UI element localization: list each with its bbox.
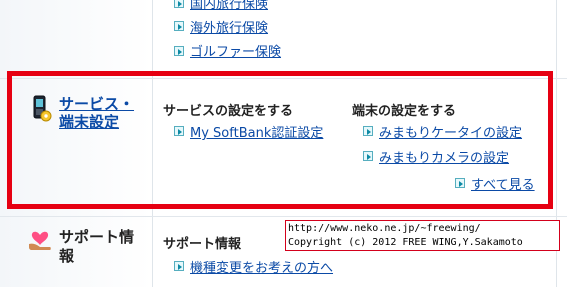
copyright-overlay: http://www.neko.ne.jp/~freewing/ Copyrig…: [285, 220, 560, 251]
golfer-insurance-link[interactable]: ゴルファー保険: [190, 41, 281, 60]
arrow-icon: [174, 21, 184, 31]
see-all-link[interactable]: すべて見る: [471, 174, 535, 193]
service-device-settings-title[interactable]: サービス・端末設定: [59, 95, 139, 131]
arrow-icon: [174, 46, 184, 56]
copyright-text: Copyright (c) 2012 FREE WING,Y.Sakamoto: [288, 237, 523, 248]
support-hand-heart-icon: [29, 231, 51, 250]
divider: [0, 216, 567, 217]
domestic-travel-insurance-link[interactable]: 国内旅行保険: [190, 0, 268, 12]
arrow-icon: [455, 178, 465, 188]
arrow-icon: [174, 261, 184, 271]
arrow-icon: [363, 151, 373, 161]
arrow-icon: [174, 126, 184, 136]
mimamori-phone-settings-link[interactable]: みまもりケータイの設定: [379, 122, 522, 141]
phone-settings-icon: [33, 95, 52, 122]
my-softbank-auth-link[interactable]: My SoftBank認証設定: [190, 122, 323, 141]
support-info-heading: サポート情報: [163, 237, 242, 252]
arrow-icon: [363, 126, 373, 136]
model-change-link[interactable]: 機種変更をお考えの方へ: [190, 257, 333, 276]
arrow-icon: [174, 0, 184, 8]
mimamori-camera-settings-link[interactable]: みまもりカメラの設定: [379, 147, 509, 166]
service-settings-heading: サービスの設定をする: [163, 104, 294, 119]
copyright-url: http://www.neko.ne.jp/~freewing/: [288, 223, 481, 234]
support-section-title: サポート情報: [59, 228, 135, 265]
page: 国内旅行保険 海外旅行保険 ゴルファー保険 サービス・端末設定 サービスの設定を…: [0, 0, 567, 287]
device-settings-heading: 端末の設定をする: [352, 104, 457, 119]
overseas-travel-insurance-link[interactable]: 海外旅行保険: [190, 17, 268, 36]
